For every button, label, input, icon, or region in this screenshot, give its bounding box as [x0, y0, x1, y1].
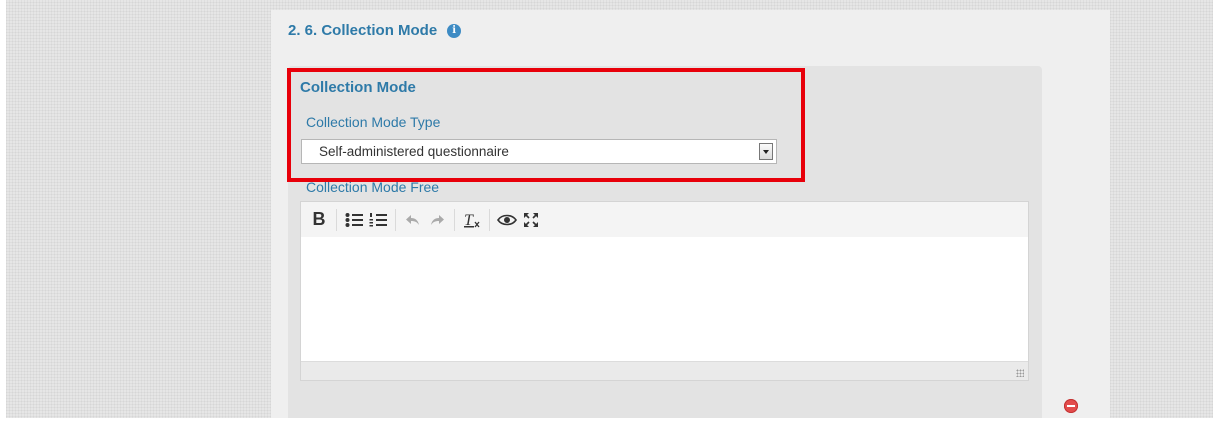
page-bottom-edge — [0, 418, 1213, 423]
preview-icon[interactable] — [495, 208, 519, 232]
redo-icon[interactable] — [425, 208, 449, 232]
editor-statusbar — [301, 361, 1028, 380]
toolbar-separator — [336, 208, 337, 231]
maximize-icon[interactable] — [519, 208, 543, 232]
bulleted-list-icon[interactable] — [342, 208, 366, 232]
bold-label: B — [312, 209, 326, 229]
remove-format-icon[interactable]: T — [460, 208, 484, 232]
info-icon[interactable]: i — [447, 23, 462, 38]
numbered-list-icon[interactable] — [366, 208, 390, 232]
collection-mode-free-label: Collection Mode Free — [306, 179, 440, 195]
undo-icon[interactable] — [401, 208, 425, 232]
editor-toolbar: B T — [301, 202, 1028, 237]
toolbar-separator — [395, 208, 396, 231]
highlight-box — [287, 68, 805, 182]
toolbar-separator — [454, 208, 455, 231]
section-title: 2. 6. Collection Mode i — [288, 22, 462, 39]
remove-button[interactable] — [1064, 399, 1078, 413]
toolbar-separator — [489, 208, 490, 231]
resize-handle-icon[interactable] — [1016, 369, 1024, 377]
editor-content[interactable] — [301, 237, 1028, 362]
rich-text-editor[interactable]: B T — [300, 201, 1029, 381]
page-left-edge — [0, 0, 6, 423]
bold-icon[interactable]: B — [307, 208, 331, 232]
section-title-text: 2. 6. Collection Mode — [288, 22, 438, 39]
